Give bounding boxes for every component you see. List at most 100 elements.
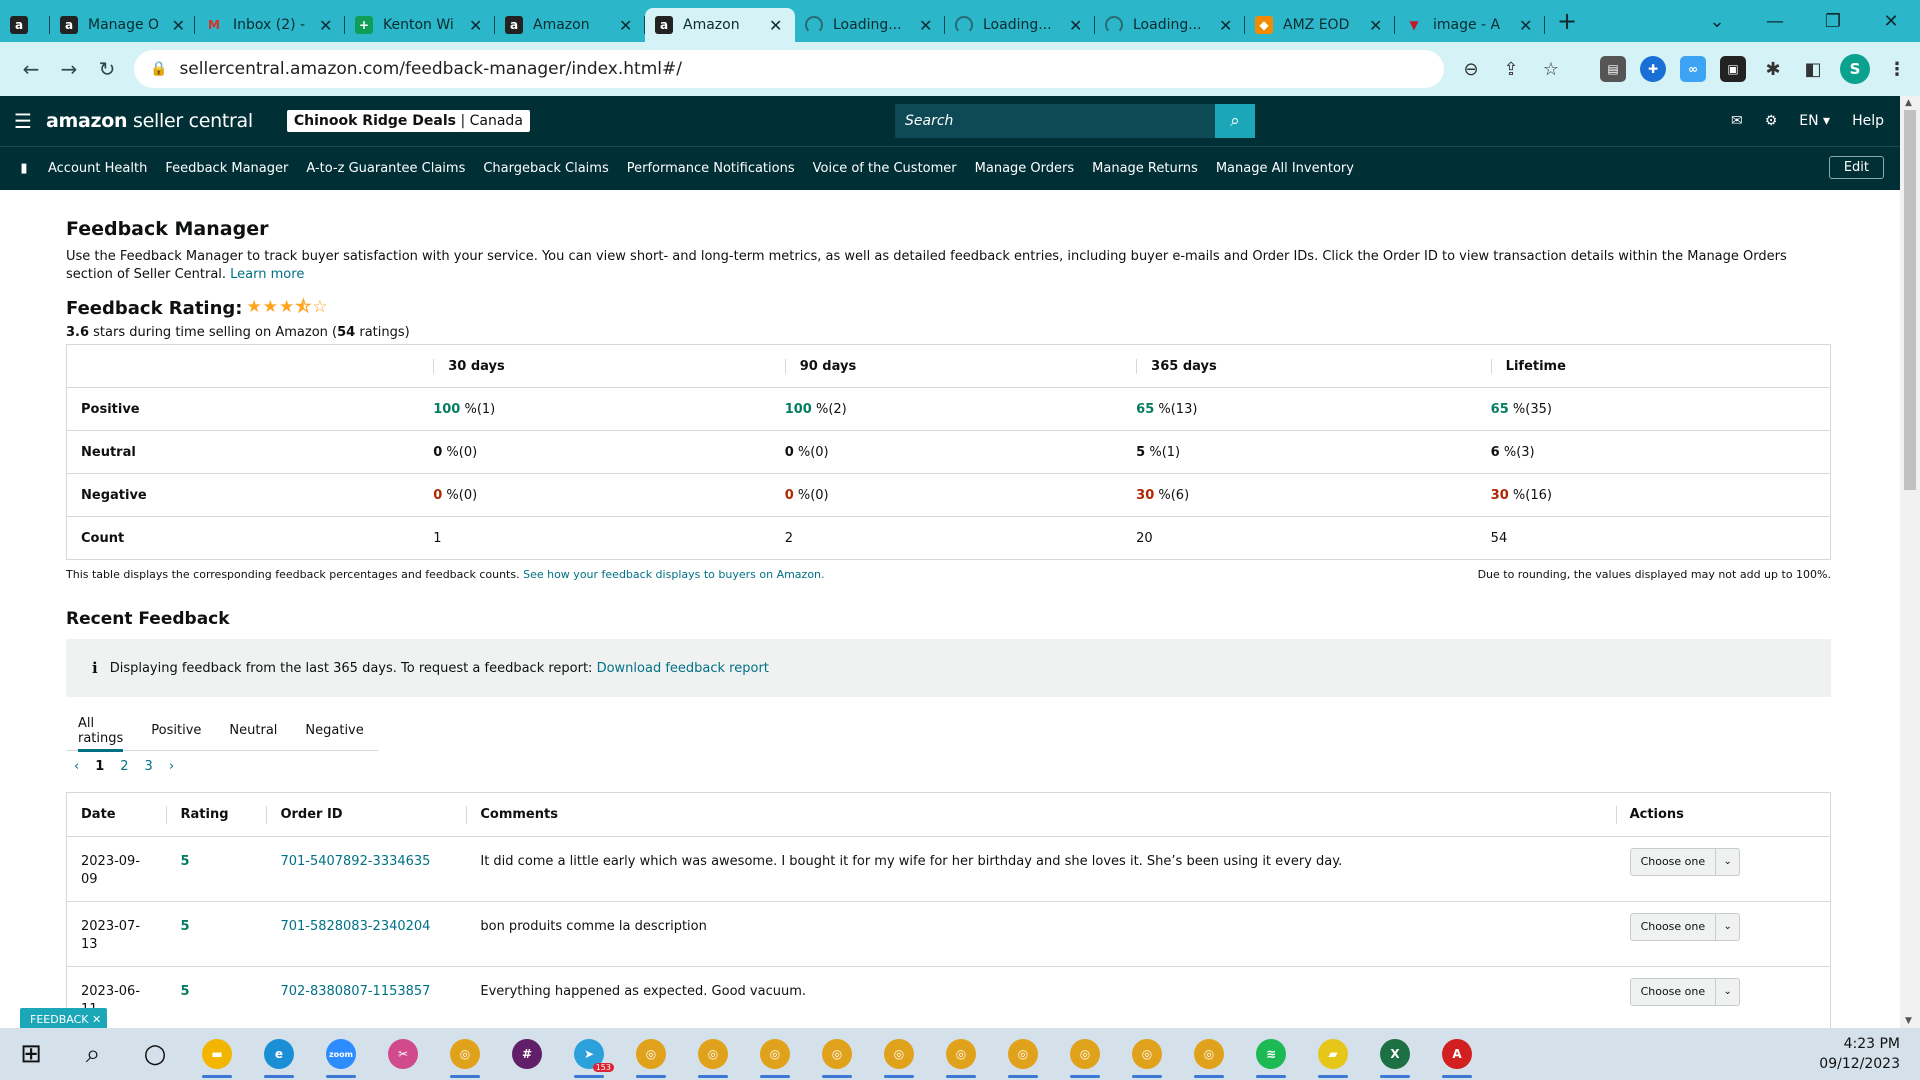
- url-input[interactable]: 🔒 sellercentral.amazon.com/feedback-mana…: [134, 50, 1444, 88]
- side-panel-icon[interactable]: ◧: [1800, 56, 1826, 82]
- taskbar-item[interactable]: ◎: [1178, 1028, 1240, 1080]
- close-tab-icon[interactable]: ✕: [769, 16, 782, 35]
- mail-icon[interactable]: ✉: [1731, 113, 1743, 129]
- taskbar-item[interactable]: #: [496, 1028, 558, 1080]
- action-dropdown[interactable]: Choose one ⌄: [1629, 978, 1741, 1006]
- order-id-link[interactable]: 701-5407892-3334635: [280, 854, 430, 869]
- account-switcher[interactable]: Chinook Ridge Deals | Canada: [286, 110, 530, 132]
- bookmark-star-icon[interactable]: ☆: [1540, 59, 1562, 80]
- browser-tab[interactable]: Loading... ✕: [1095, 8, 1245, 42]
- close-tab-icon[interactable]: ✕: [1369, 16, 1382, 35]
- close-tab-icon[interactable]: ✕: [619, 16, 632, 35]
- taskbar-item[interactable]: ▬: [186, 1028, 248, 1080]
- seller-central-logo[interactable]: amazon seller central: [46, 110, 253, 132]
- taskbar-item[interactable]: ◎: [1054, 1028, 1116, 1080]
- zoom-icon[interactable]: ⊖: [1460, 59, 1482, 80]
- minimize-icon[interactable]: —: [1746, 11, 1804, 32]
- tab-search-icon[interactable]: ⌄: [1688, 11, 1746, 32]
- nav-item-manage-returns[interactable]: Manage Returns: [1092, 161, 1198, 176]
- taskbar-item[interactable]: e: [248, 1028, 310, 1080]
- browser-tab[interactable]: + Kenton Wi ✕: [345, 8, 495, 42]
- buyer-display-link[interactable]: See how your feedback displays to buyers…: [523, 568, 824, 581]
- lock-icon[interactable]: 🔒: [150, 61, 167, 77]
- close-icon[interactable]: ✕: [92, 1013, 101, 1026]
- nav-item-account-health[interactable]: Account Health: [48, 161, 147, 176]
- nav-item-manage-orders[interactable]: Manage Orders: [975, 161, 1075, 176]
- search-box[interactable]: Search ⌕: [895, 104, 1255, 138]
- taskbar-item[interactable]: ✂: [372, 1028, 434, 1080]
- extension-ok-icon[interactable]: ▣: [1720, 56, 1746, 82]
- nav-item-a-to-z-guarantee-claims[interactable]: A-to-z Guarantee Claims: [306, 161, 465, 176]
- search-input[interactable]: Search: [895, 113, 1215, 129]
- system-clock[interactable]: 4:23 PM 09/12/2023: [1819, 1034, 1900, 1074]
- page-number[interactable]: 3: [145, 759, 153, 774]
- new-tab-icon[interactable]: +: [1557, 7, 1577, 35]
- search-icon[interactable]: ⌕: [1215, 104, 1255, 138]
- nav-item-feedback-manager[interactable]: Feedback Manager: [165, 161, 288, 176]
- browser-tab[interactable]: a: [0, 8, 50, 42]
- close-tab-icon[interactable]: ✕: [1069, 16, 1082, 35]
- browser-tab[interactable]: Loading... ✕: [945, 8, 1095, 42]
- action-dropdown[interactable]: Choose one ⌄: [1629, 913, 1741, 941]
- reload-icon[interactable]: ↻: [88, 57, 126, 81]
- help-link[interactable]: Help: [1852, 113, 1884, 129]
- nav-item-performance-notifications[interactable]: Performance Notifications: [627, 161, 795, 176]
- share-icon[interactable]: ⇪: [1500, 59, 1522, 80]
- taskbar-item[interactable]: ◎: [682, 1028, 744, 1080]
- kebab-menu-icon[interactable]: ⋮: [1884, 56, 1910, 82]
- order-id-link[interactable]: 702-8380807-1153857: [280, 984, 430, 999]
- taskbar-item[interactable]: ≋: [1240, 1028, 1302, 1080]
- taskbar-item[interactable]: ◎: [806, 1028, 868, 1080]
- page-number[interactable]: 2: [120, 759, 128, 774]
- back-icon[interactable]: ←: [12, 57, 50, 81]
- extension-grid-icon[interactable]: ✚: [1640, 56, 1666, 82]
- page-scrollbar[interactable]: ▲ ▼: [1900, 96, 1920, 1028]
- browser-tab[interactable]: ▼ image - A ✕: [1395, 8, 1545, 42]
- nav-item-manage-all-inventory[interactable]: Manage All Inventory: [1216, 161, 1354, 176]
- close-tab-icon[interactable]: ✕: [1219, 16, 1232, 35]
- extensions-puzzle-icon[interactable]: ✱: [1760, 56, 1786, 82]
- nav-item-voice-of-the-customer[interactable]: Voice of the Customer: [813, 161, 957, 176]
- taskbar-item[interactable]: ◎: [992, 1028, 1054, 1080]
- profile-avatar[interactable]: S: [1840, 54, 1870, 84]
- taskbar-item[interactable]: ◎: [744, 1028, 806, 1080]
- taskbar-item[interactable]: X: [1364, 1028, 1426, 1080]
- prev-page-icon[interactable]: ‹: [74, 759, 79, 774]
- download-report-link[interactable]: Download feedback report: [597, 661, 769, 676]
- browser-tab[interactable]: M Inbox (2) - ✕: [195, 8, 345, 42]
- browser-tab[interactable]: a Manage O ✕: [50, 8, 195, 42]
- page-number[interactable]: 1: [95, 759, 104, 774]
- close-tab-icon[interactable]: ✕: [319, 16, 332, 35]
- close-window-icon[interactable]: ✕: [1862, 11, 1920, 32]
- taskbar-item[interactable]: ⊞: [0, 1028, 62, 1080]
- bookmark-icon[interactable]: ▮: [0, 161, 48, 176]
- browser-tab[interactable]: a Amazon ✕: [645, 8, 795, 42]
- browser-tab[interactable]: Loading... ✕: [795, 8, 945, 42]
- taskbar-item[interactable]: ⌕: [62, 1028, 124, 1080]
- taskbar-item[interactable]: ▰: [1302, 1028, 1364, 1080]
- taskbar-item[interactable]: ◎: [620, 1028, 682, 1080]
- taskbar-item[interactable]: zoom: [310, 1028, 372, 1080]
- tab-negative[interactable]: Negative: [305, 711, 363, 751]
- order-id-link[interactable]: 701-5828083-2340204: [280, 919, 430, 934]
- next-page-icon[interactable]: ›: [169, 759, 174, 774]
- taskbar-item[interactable]: A: [1426, 1028, 1488, 1080]
- extension-link-icon[interactable]: ∞: [1680, 56, 1706, 82]
- gear-icon[interactable]: ⚙: [1765, 113, 1778, 129]
- taskbar-item[interactable]: ➤ 153: [558, 1028, 620, 1080]
- extension-off-icon[interactable]: ▤: [1600, 56, 1626, 82]
- close-tab-icon[interactable]: ✕: [919, 16, 932, 35]
- action-dropdown[interactable]: Choose one ⌄: [1629, 848, 1741, 876]
- maximize-icon[interactable]: ❐: [1804, 11, 1862, 32]
- language-selector[interactable]: EN ▾: [1799, 113, 1830, 129]
- tab-positive[interactable]: Positive: [151, 711, 201, 751]
- forward-icon[interactable]: →: [50, 57, 88, 81]
- browser-tab[interactable]: ◆ AMZ EOD ✕: [1245, 8, 1395, 42]
- close-tab-icon[interactable]: ✕: [1519, 16, 1532, 35]
- taskbar-item[interactable]: ◎: [1116, 1028, 1178, 1080]
- taskbar-item[interactable]: ◎: [930, 1028, 992, 1080]
- browser-tab[interactable]: a Amazon ✕: [495, 8, 645, 42]
- feedback-widget[interactable]: FEEDBACK ✕: [20, 1008, 108, 1030]
- nav-item-chargeback-claims[interactable]: Chargeback Claims: [483, 161, 608, 176]
- close-tab-icon[interactable]: ✕: [172, 16, 185, 35]
